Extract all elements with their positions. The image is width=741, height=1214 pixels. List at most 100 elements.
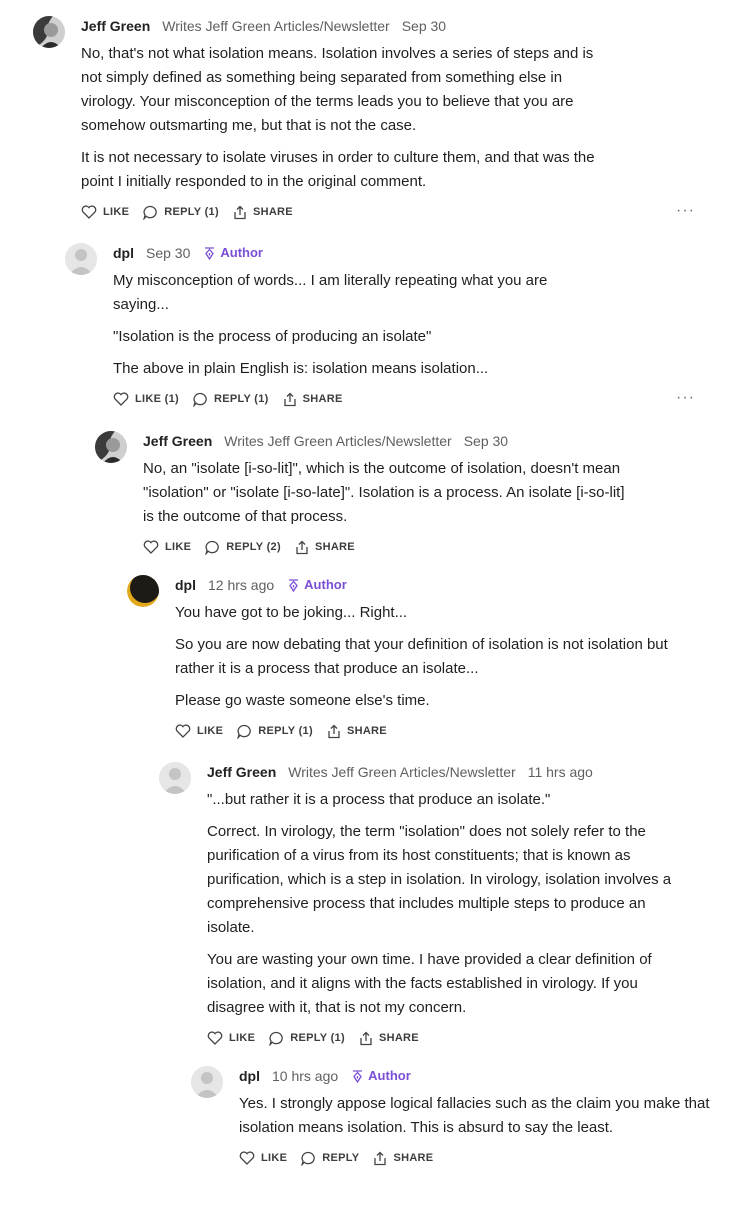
comment-text: The above in plain English is: isolation… [113,360,489,377]
comment-date[interactable]: 10 hrs ago [272,1066,338,1086]
more-options-button[interactable]: ··· [676,389,695,407]
default-avatar-icon [191,1066,223,1098]
reply-label: REPLY (1) [290,1032,345,1044]
speech-bubble-icon [143,205,158,220]
like-button[interactable]: LIKE [81,205,129,219]
pen-nib-icon [289,578,299,592]
comment-text: You are wasting your own time. I have pr… [207,951,652,1016]
speech-bubble-icon [237,724,252,739]
like-button[interactable]: LIKE (1) [113,392,179,406]
comment-date[interactable]: Sep 30 [402,16,446,36]
share-button[interactable]: SHARE [327,724,387,739]
like-label: LIKE (1) [135,393,179,405]
speech-bubble-icon [269,1031,284,1046]
comment-text: It is not necessary to isolate viruses i… [81,149,595,190]
share-button[interactable]: SHARE [295,540,355,555]
reply-label: REPLY (1) [213,393,269,405]
more-options-button[interactable]: ··· [676,202,695,220]
share-button[interactable]: SHARE [359,1031,419,1046]
heart-icon [175,724,191,738]
like-button[interactable]: LIKE [143,540,191,554]
default-avatar-icon [65,243,97,275]
share-icon [328,724,340,738]
comment-text: Correct. In virology, the term "isolatio… [207,823,672,936]
avatar-photo-icon [95,431,127,463]
comment-date[interactable]: 11 hrs ago [528,762,593,782]
reply-button[interactable]: REPLY (1) [143,205,219,220]
default-avatar-icon [159,762,191,794]
heart-icon [113,392,129,406]
share-button[interactable]: SHARE [373,1151,433,1166]
comment-author[interactable]: dpl [113,243,134,263]
share-icon [360,1031,372,1045]
share-label: SHARE [346,725,387,737]
comment-author[interactable]: Jeff Green [207,762,276,782]
speech-bubble-icon [205,540,220,555]
heart-icon [207,1031,223,1045]
comment-text: "Isolation is the process of producing a… [113,328,432,345]
reply-label: REPLY (1) [164,206,219,218]
reply-label: REPLY [322,1152,360,1164]
avatar[interactable] [159,762,191,794]
comment-date[interactable]: Sep 30 [464,431,508,451]
like-label: LIKE [229,1032,256,1044]
like-button[interactable]: LIKE [175,724,223,738]
reply-button[interactable]: REPLY (2) [205,540,281,555]
author-badge: Author [204,243,263,263]
share-label: SHARE [314,541,355,553]
avatar[interactable] [33,16,65,48]
share-icon [234,205,246,219]
heart-icon [81,205,97,219]
reply-button[interactable]: REPLY (1) [193,392,269,407]
comment-author[interactable]: Jeff Green [81,16,150,36]
avatar[interactable] [95,431,127,463]
author-badge-label: Author [220,245,263,260]
pen-nib-icon [353,1069,363,1083]
author-badge-label: Author [304,577,347,592]
comment-text: "...but rather it is a process that prod… [207,791,551,808]
comment-writes-link[interactable]: Writes Jeff Green Articles/Newsletter [224,431,451,451]
share-label: SHARE [393,1152,434,1164]
reply-button[interactable]: REPLY (1) [237,724,313,739]
share-label: SHARE [378,1032,419,1044]
comment-author[interactable]: dpl [175,575,196,595]
comment-author[interactable]: Jeff Green [143,431,212,451]
heart-icon [239,1151,255,1165]
like-label: LIKE [197,725,224,737]
author-badge: Author [352,1066,411,1086]
speech-bubble-icon [301,1151,316,1166]
comment-text: My misconception of words... I am litera… [113,272,548,313]
heart-icon [143,540,159,554]
like-label: LIKE [103,206,130,218]
comment-writes-link[interactable]: Writes Jeff Green Articles/Newsletter [288,762,515,782]
author-badge-label: Author [368,1068,411,1083]
avatar[interactable] [65,243,97,275]
comment-date[interactable]: 12 hrs ago [208,575,274,595]
share-icon [374,1151,387,1165]
like-button[interactable]: LIKE [239,1151,287,1165]
comment-writes-link[interactable]: Writes Jeff Green Articles/Newsletter [162,16,389,36]
share-button[interactable]: SHARE [283,392,343,407]
like-button[interactable]: LIKE [207,1031,255,1045]
reply-button[interactable]: REPLY [301,1151,359,1166]
author-badge: Author [288,575,347,595]
reply-label: REPLY (1) [258,725,313,737]
reply-label: REPLY (2) [226,541,281,553]
avatar-photo-icon [33,16,65,48]
comment-date[interactable]: Sep 30 [146,243,190,263]
reply-button[interactable]: REPLY (1) [269,1031,345,1046]
share-icon [283,392,296,406]
avatar[interactable] [127,575,159,607]
comment-text: No, an "isolate [i-so-lit]", which is th… [143,460,625,525]
share-button[interactable]: SHARE [233,205,293,220]
comment-text: No, that's not what isolation means. Iso… [81,45,594,134]
like-label: LIKE [261,1152,288,1164]
speech-bubble-icon [193,392,207,407]
like-label: LIKE [165,541,192,553]
comment-author[interactable]: dpl [239,1066,260,1086]
share-label: SHARE [302,393,343,405]
avatar[interactable] [191,1066,223,1098]
avatar-dark-crescent-icon [127,575,159,607]
pen-nib-icon [205,246,215,260]
comment-text: You have got to be joking... Right... [175,604,408,621]
